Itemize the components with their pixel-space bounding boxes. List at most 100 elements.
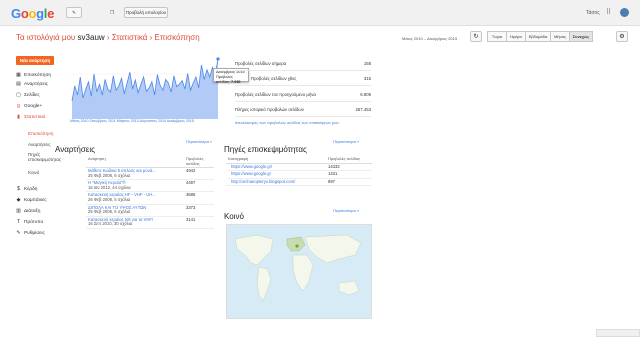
period-all-time[interactable]: Συνεχώς	[569, 31, 593, 42]
stat-all-time: Πλήρες ιστορικό προβολών σελίδων 257.453	[235, 103, 371, 117]
sidebar-item-campaigns[interactable]: ◆ Καμπάνιες	[16, 196, 47, 204]
sidebar-sub-audience[interactable]: Κοινό	[28, 170, 39, 175]
apps-icon[interactable]: ⠿	[606, 8, 611, 16]
period-week[interactable]: Εβδομάδα	[525, 31, 551, 42]
referrer-views: 1431	[326, 170, 372, 179]
sidebar-item-stats[interactable]: ▮ Στατιστικά	[16, 113, 45, 121]
layout-icon: ▥	[16, 207, 21, 214]
new-post-button[interactable]: Νέα ανάρτηση	[16, 56, 54, 65]
stats-link[interactable]: Στατιστικά	[112, 33, 148, 42]
sidebar-item-pages[interactable]: ▢ Σελίδες	[16, 91, 40, 99]
post-views: 3373	[184, 204, 214, 217]
earnings-icon: $	[17, 185, 20, 192]
stat-label: Πλήρες ιστορικό προβολών σελίδων	[235, 107, 304, 112]
post-views: 4942	[184, 167, 214, 181]
posts-title: Αναρτήσεις	[55, 145, 95, 154]
world-map[interactable]	[226, 224, 372, 319]
table-row[interactable]: ΔΙΠΟΛΑ ΚΑΙ ΤΟ ΥΨΟΣ ΑΥΤΩΝ 25 Φεβ 2008, 5 σ…	[86, 204, 214, 217]
posts-table: Ανάρτηση Προβολές σελίδας Μάθετε Κώδικα …	[86, 156, 214, 229]
sidebar-item-posts[interactable]: ▤ Αναρτήσεις	[16, 80, 48, 88]
sidebar-item-template[interactable]: T Πρότυπο	[16, 218, 43, 226]
stat-today: Προβολές σελίδων σήμερα 158	[235, 57, 371, 71]
googleplus-icon: g	[17, 102, 20, 109]
table-row[interactable]: Κατασκευή κεραίας 5/8 για τα VHF! 16 Σεπ …	[86, 216, 214, 229]
sidebar-item-label: Αναρτήσεις	[24, 81, 48, 87]
col-post: Ανάρτηση	[86, 156, 184, 168]
blog-name[interactable]: sv3auw	[78, 33, 105, 42]
copy-icon: ❐	[109, 9, 115, 15]
stat-value: 158	[363, 61, 371, 66]
posts-icon: ▤	[16, 80, 21, 87]
post-date: 26 Φεβ 2008, 5 σχόλια	[88, 196, 131, 202]
traffic-more-link[interactable]: Περισσότερα »	[333, 139, 359, 144]
breadcrumb: Τα ιστολόγιά μου sv3auw › Στατιστικά › Ε…	[16, 33, 200, 42]
traffic-title: Πηγές επισκεψιμότητας	[224, 145, 307, 154]
sidebar-item-earnings[interactable]: $ Κέρδη	[16, 185, 37, 193]
refresh-button[interactable]: ↻	[470, 31, 482, 42]
stat-last-month: Προβολές σελίδων τον προηγούμενο μήνα 6.8…	[235, 88, 371, 102]
referrer-url[interactable]: https://www.google.gr	[226, 170, 326, 179]
col-views: Προβολές σελίδας	[326, 156, 372, 164]
traffic-table: Καταγραφή Προβολές σελίδας https://www.g…	[226, 156, 372, 187]
page-title: Επισκόπηση	[154, 33, 200, 42]
stat-value: 6.809	[360, 92, 371, 97]
sidebar-sub-posts[interactable]: Αναρτήσεις	[28, 142, 51, 147]
campaigns-icon: ◆	[16, 196, 21, 203]
sidebar-item-overview[interactable]: ▦ Επισκόπηση	[16, 71, 51, 79]
table-row[interactable]: Μάθετε Κώδικα 5 απλούς και μονά... 25 Φεβ…	[86, 167, 214, 181]
avatar[interactable]	[620, 8, 629, 17]
table-header: Καταγραφή Προβολές σελίδας	[226, 156, 372, 164]
breadcrumb-separator: ›	[149, 33, 153, 42]
period-day[interactable]: Ημέρα	[506, 31, 526, 42]
sidebar-item-label: Καμπάνιες	[24, 197, 47, 203]
period-month[interactable]: Μήνας	[550, 31, 570, 42]
settings-gear-button[interactable]: ⚙	[616, 31, 628, 42]
chart-x-axis: Μάιος 2010 Οκτώβριος 2011 Μάρτιος 2013 Α…	[70, 119, 194, 123]
period-selector: Τώρα Ημέρα Εβδομάδα Μήνας Συνεχώς	[487, 31, 593, 42]
greece-highlight	[295, 244, 299, 248]
pages-icon-button[interactable]: ❐	[106, 7, 118, 18]
stats-icon: ▮	[17, 113, 20, 120]
sidebar-item-label: Ρυθμίσεις	[24, 230, 45, 236]
sidebar-item-label: Google+	[24, 103, 43, 109]
template-icon: T	[16, 218, 21, 225]
referrer-views: 897	[326, 178, 372, 187]
audience-more-link[interactable]: Περισσότερα »	[333, 208, 359, 213]
sidebar-sub-overview[interactable]: Επισκόπηση	[28, 131, 53, 136]
post-views: 3686	[184, 191, 214, 205]
sidebar-item-label: Επισκόπηση	[24, 72, 52, 78]
wrench-icon: ✎	[16, 229, 21, 236]
table-header: Ανάρτηση Προβολές σελίδας	[86, 156, 214, 168]
pageviews-chart[interactable]	[70, 55, 220, 121]
sidebar-item-label: Σελίδες	[24, 92, 40, 98]
sidebar-sub-traffic[interactable]: Πηγές επισκεψιμότητας	[28, 152, 61, 162]
table-row[interactable]: Κατασκευή κεραίας HF - VHF - UH... 26 Φεβ…	[86, 191, 214, 205]
table-row[interactable]: https://www.google.gr 1431	[226, 170, 372, 179]
posts-more-link[interactable]: Περισσότερα »	[186, 139, 212, 144]
breadcrumb-separator: ›	[106, 33, 110, 42]
post-date: 25 Φεβ 2008, 5 σχόλια	[88, 209, 131, 215]
exclude-own-views-link[interactable]: Αποκλεισμός των προβολών σελίδας των επι…	[235, 120, 355, 125]
table-row[interactable]: https://www.google.gr/14332	[226, 163, 372, 172]
my-blogs-link[interactable]: Τα ιστολόγιά μου	[16, 33, 75, 42]
google-logo[interactable]: Google	[11, 6, 54, 21]
stat-value: 257.453	[355, 107, 371, 112]
view-blog-button[interactable]: Προβολή ιστολογίου	[124, 7, 168, 18]
col-views: Προβολές σελίδας	[184, 156, 214, 168]
sidebar-item-googleplus[interactable]: g Google+	[16, 102, 42, 110]
table-row[interactable]: Η "Μαγική Κεραία"® 15 Ιαν 2012, 44 σχόλια…	[86, 179, 214, 193]
pages-icon: ▢	[16, 91, 21, 98]
table-row[interactable]: http://archaeopteryx.blogspot.com/897	[226, 178, 372, 187]
x-tick-label: Δεκέμβριος 2015	[166, 119, 194, 123]
feedback-corner	[596, 329, 640, 337]
date-range: Μάιος 2010 – Δεκέμβριος 2015	[402, 36, 458, 41]
user-name[interactable]: Τάσος	[586, 10, 600, 16]
referrer-url[interactable]: http://archaeopteryx.blogspot.com/	[226, 178, 326, 187]
sidebar-item-layout[interactable]: ▥ Διάταξη	[16, 207, 40, 215]
sidebar-item-settings[interactable]: ✎ Ρυθμίσεις	[16, 229, 45, 237]
data-point-latest[interactable]	[216, 57, 220, 61]
sidebar-item-label: Στατιστικά	[24, 114, 46, 120]
new-post-pencil-button[interactable]: ✎	[66, 7, 82, 18]
referrer-url[interactable]: https://www.google.gr/	[226, 163, 326, 172]
period-now[interactable]: Τώρα	[487, 31, 507, 42]
